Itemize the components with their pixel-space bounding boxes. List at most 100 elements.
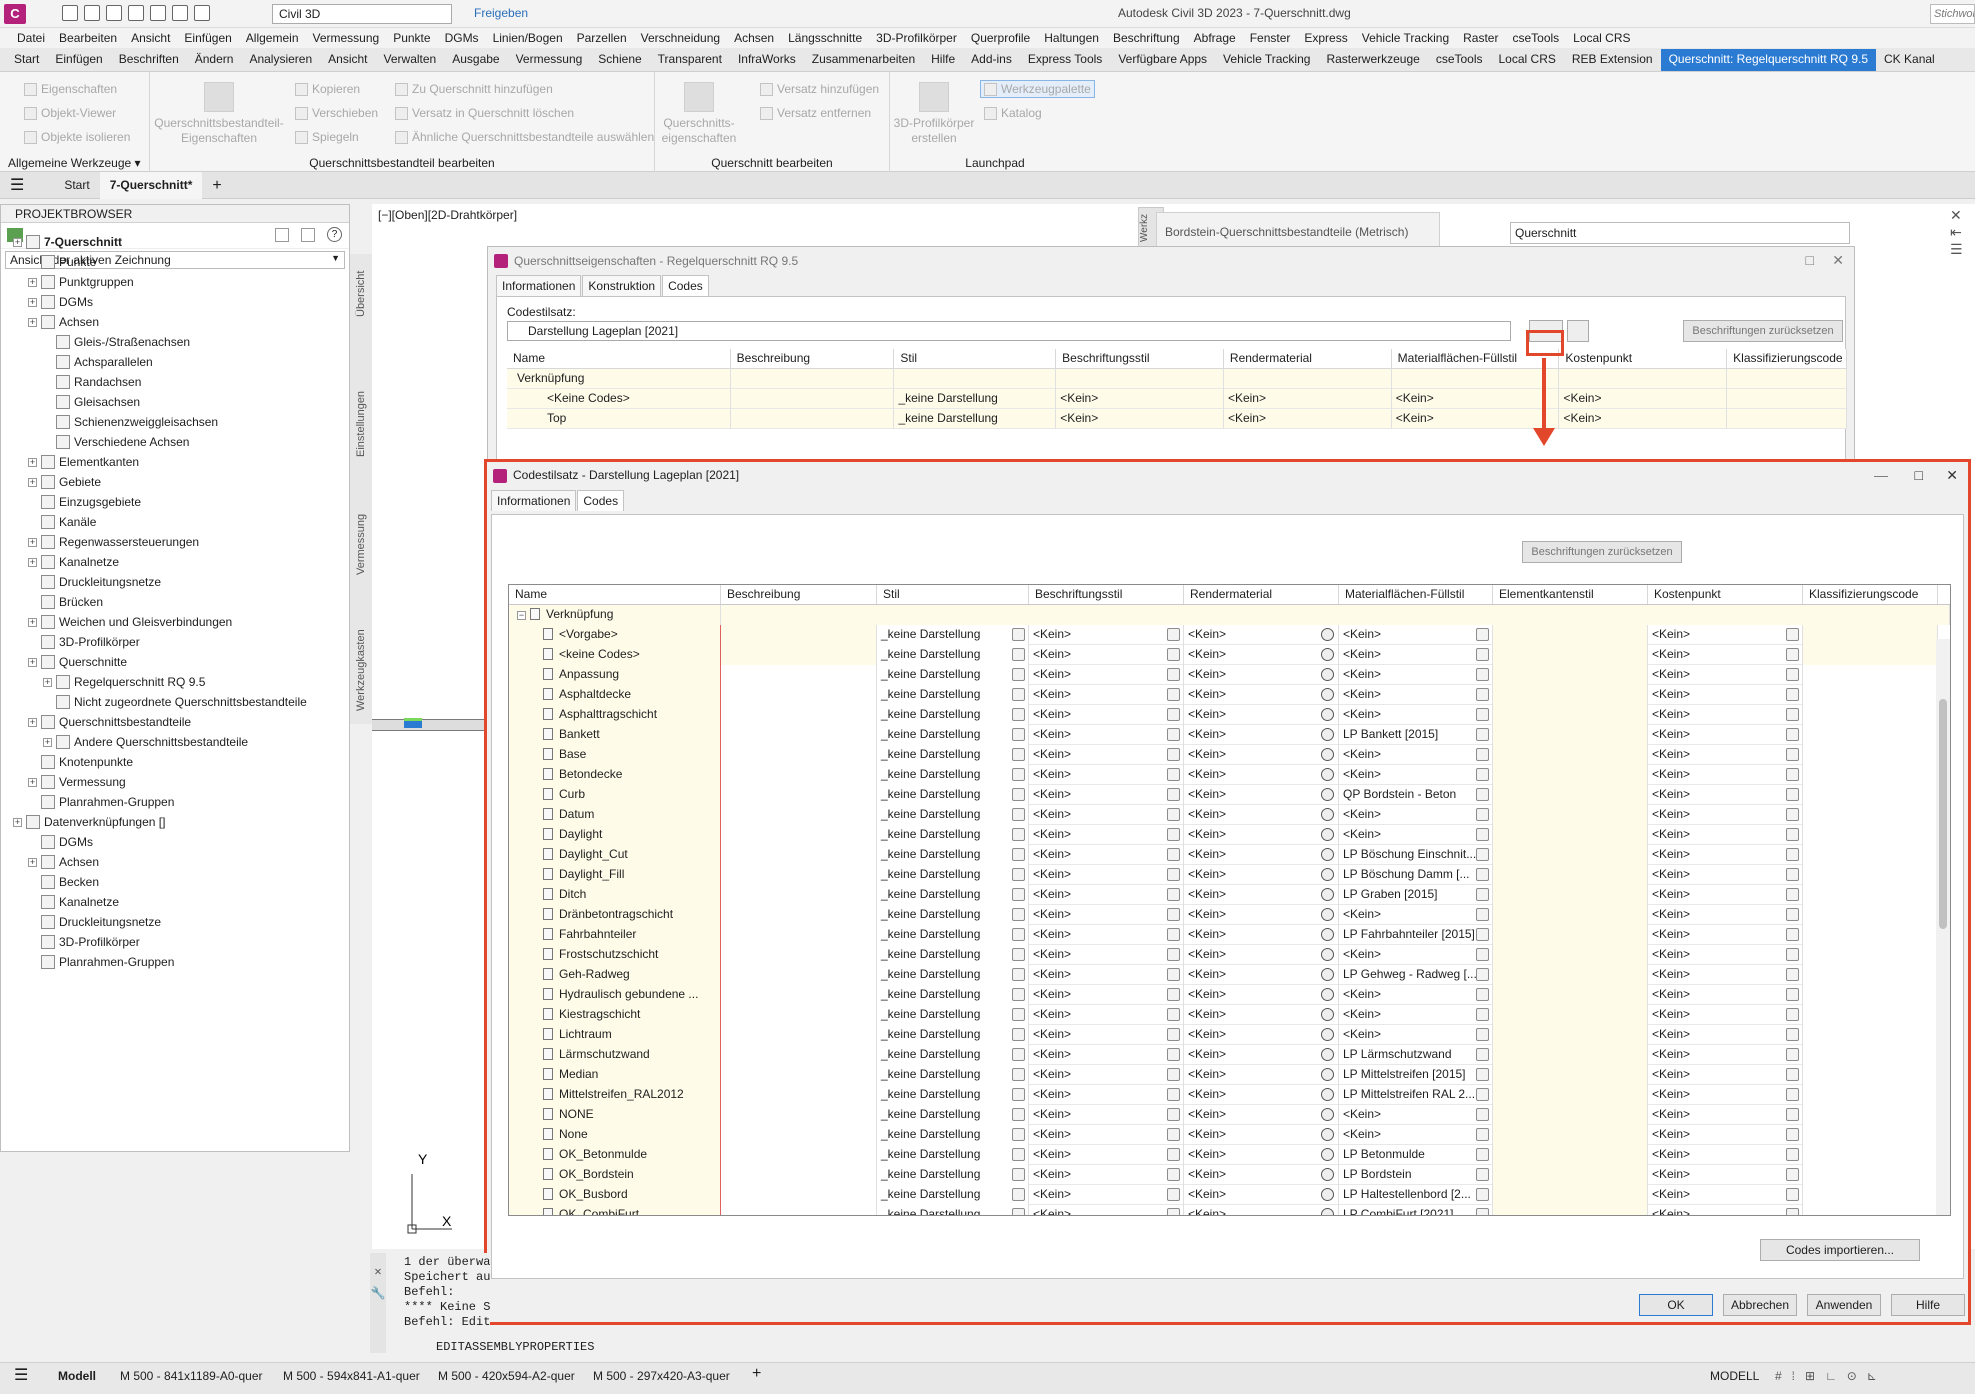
fill-cell[interactable]: LP Fahrbahnteiler [2015]: [1339, 925, 1493, 945]
tree-item[interactable]: Druckleitungsnetze: [28, 912, 161, 932]
feature-line-cell[interactable]: [1493, 925, 1648, 945]
label-style-cell[interactable]: <Kein>: [1029, 825, 1184, 845]
classification-cell[interactable]: [1803, 825, 1938, 845]
classification-cell[interactable]: [1803, 785, 1938, 805]
fill-style-icon[interactable]: [1476, 708, 1489, 721]
add-to-assembly-button[interactable]: Zu Querschnitt hinzufügen: [395, 82, 553, 96]
tree-item[interactable]: Kanäle: [28, 512, 96, 532]
table-row[interactable]: <Vorgabe> _keine Darstellung <Kein> <Kein> <…: [509, 625, 1950, 645]
ribbon-tab[interactable]: Vermessung: [508, 49, 591, 71]
pay-item-cell[interactable]: <Kein>: [1648, 1045, 1803, 1065]
fill-style-icon[interactable]: [1476, 1128, 1489, 1141]
tree-item[interactable]: + Andere Querschnittsbestandteile: [43, 732, 248, 752]
classification-cell[interactable]: [1803, 1205, 1938, 1215]
cell[interactable]: <Kein>: [1056, 409, 1224, 429]
app-logo-icon[interactable]: C: [4, 4, 26, 24]
classification-cell[interactable]: [1803, 665, 1938, 685]
tree-item[interactable]: Kanalnetze: [28, 892, 119, 912]
plot-icon[interactable]: [150, 5, 166, 21]
pay-item-cell[interactable]: <Kein>: [1648, 745, 1803, 765]
label-style-icon[interactable]: [1167, 628, 1180, 641]
create-corridor-button[interactable]: 3D-Profilkörper erstellen: [892, 82, 976, 146]
ribbon-tab[interactable]: Verwalten: [376, 49, 445, 71]
pay-item-icon[interactable]: [1786, 988, 1799, 1001]
render-cell[interactable]: <Kein>: [1184, 1105, 1339, 1125]
label-style-cell[interactable]: <Kein>: [1029, 1165, 1184, 1185]
table-row[interactable]: Median _keine Darstellung <Kein> <Kein> LP M…: [509, 1065, 1950, 1085]
style-edit-icon[interactable]: [1012, 708, 1025, 721]
label-style-icon[interactable]: [1167, 1168, 1180, 1181]
classification-cell[interactable]: [1803, 925, 1938, 945]
object-viewer-button[interactable]: Objekt-Viewer: [24, 106, 116, 120]
label-style-cell[interactable]: <Kein>: [1029, 1065, 1184, 1085]
classification-cell[interactable]: [1803, 845, 1938, 865]
label-style-cell[interactable]: <Kein>: [1029, 685, 1184, 705]
table-row[interactable]: Asphaltdecke _keine Darstellung <Kein> <Kei…: [509, 685, 1950, 705]
fill-cell[interactable]: <Kein>: [1339, 805, 1493, 825]
render-cell[interactable]: <Kein>: [1184, 825, 1339, 845]
column-header[interactable]: Klassifizierungscode: [1803, 585, 1938, 604]
description-cell[interactable]: [721, 1065, 877, 1085]
render-cell[interactable]: <Kein>: [1184, 1145, 1339, 1165]
cell[interactable]: [731, 369, 895, 389]
side-tab[interactable]: Werkzeugkasten: [352, 610, 370, 730]
tree-item[interactable]: Gleis-/Straßenachsen: [43, 332, 190, 352]
pick-code-set-icon[interactable]: [1567, 320, 1589, 342]
pay-item-cell[interactable]: <Kein>: [1648, 1005, 1803, 1025]
style-cell[interactable]: _keine Darstellung: [877, 745, 1029, 765]
style-cell[interactable]: _keine Darstellung: [877, 1125, 1029, 1145]
render-material-icon[interactable]: [1321, 628, 1334, 641]
ribbon-tab[interactable]: Express Tools: [1020, 49, 1110, 71]
cell[interactable]: [731, 409, 895, 429]
fill-style-icon[interactable]: [1476, 868, 1489, 881]
render-material-icon[interactable]: [1321, 1088, 1334, 1101]
table-row[interactable]: <Keine Codes> _keine Darstellung <Kein> <Ke…: [507, 389, 1848, 409]
fill-cell[interactable]: LP Mittelstreifen RAL 2...: [1339, 1085, 1493, 1105]
assembly-properties-button[interactable]: Querschnitts-eigenschaften: [659, 82, 739, 146]
side-tab[interactable]: Übersicht: [352, 254, 370, 334]
description-cell[interactable]: [721, 965, 877, 985]
classification-cell[interactable]: [1803, 905, 1938, 925]
drafting-toggles-icon[interactable]: #⁞⊞∟⊙⊾: [1775, 1369, 1887, 1383]
close-icon[interactable]: ✕: [1832, 252, 1844, 269]
classification-cell[interactable]: [1803, 1045, 1938, 1065]
fill-cell[interactable]: LP Haltestellenbord [2...: [1339, 1185, 1493, 1205]
style-cell[interactable]: _keine Darstellung: [877, 1005, 1029, 1025]
render-material-icon[interactable]: [1321, 1028, 1334, 1041]
menu-item[interactable]: Längsschnitte: [781, 31, 869, 45]
pay-item-cell[interactable]: <Kein>: [1648, 725, 1803, 745]
style-edit-icon[interactable]: [1012, 808, 1025, 821]
label-style-icon[interactable]: [1167, 868, 1180, 881]
classification-cell[interactable]: [1803, 865, 1938, 885]
apply-button[interactable]: Anwenden: [1807, 1294, 1881, 1316]
expand-icon[interactable]: +: [28, 457, 37, 467]
pay-item-cell[interactable]: <Kein>: [1648, 925, 1803, 945]
table-row[interactable]: Base _keine Darstellung <Kein> <Kein> <Kein>…: [509, 745, 1950, 765]
pay-item-icon[interactable]: [1786, 788, 1799, 801]
expand-icon[interactable]: +: [13, 237, 22, 247]
undo-icon[interactable]: [172, 5, 188, 21]
feature-line-cell[interactable]: [1493, 1125, 1648, 1145]
tab-model[interactable]: Modell: [58, 1369, 96, 1383]
feature-line-cell[interactable]: [1493, 645, 1648, 665]
share-button[interactable]: Freigeben: [474, 6, 528, 20]
table-row[interactable]: Anpassung _keine Darstellung <Kein> <Kein> <…: [509, 665, 1950, 685]
table-row[interactable]: Betondecke _keine Darstellung <Kein> <Kein>…: [509, 765, 1950, 785]
pay-item-cell[interactable]: <Kein>: [1648, 1145, 1803, 1165]
style-edit-icon[interactable]: [1012, 968, 1025, 981]
ribbon-tab[interactable]: REB Extension: [1564, 49, 1661, 71]
isolate-objects-button[interactable]: Objekte isolieren: [24, 130, 130, 144]
classification-cell[interactable]: [1803, 1165, 1938, 1185]
ribbon-tab[interactable]: Transparent: [650, 49, 730, 71]
cell[interactable]: <Kein>: [1224, 409, 1392, 429]
style-edit-icon[interactable]: [1012, 668, 1025, 681]
label-style-cell[interactable]: <Kein>: [1029, 925, 1184, 945]
render-cell[interactable]: <Kein>: [1184, 785, 1339, 805]
render-cell[interactable]: <Kein>: [1184, 885, 1339, 905]
description-cell[interactable]: [721, 1085, 877, 1105]
feature-line-cell[interactable]: [1493, 1045, 1648, 1065]
ribbon-tab[interactable]: Querschnitt: Regelquerschnitt RQ 9.5: [1660, 49, 1877, 71]
style-cell[interactable]: _keine Darstellung: [877, 925, 1029, 945]
style-cell[interactable]: _keine Darstellung: [877, 945, 1029, 965]
add-layout-icon[interactable]: +: [752, 1365, 761, 1383]
